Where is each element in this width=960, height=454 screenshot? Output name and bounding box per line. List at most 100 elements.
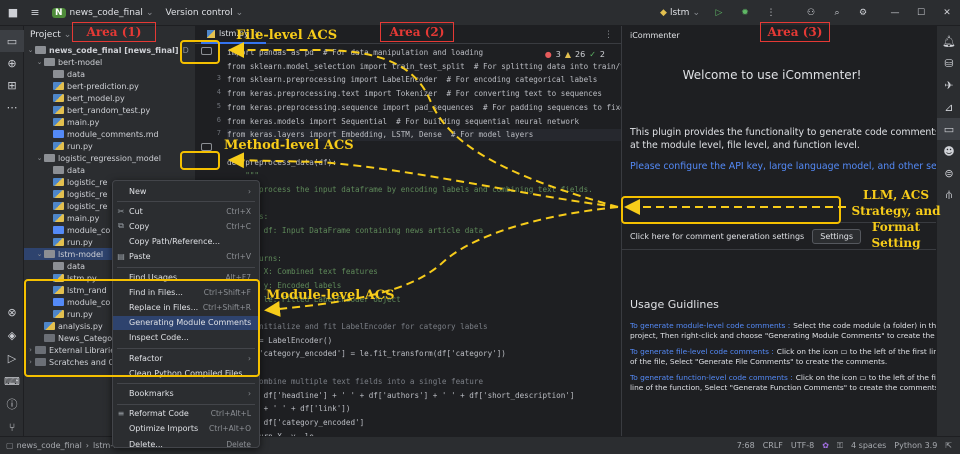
terminal-icon[interactable]: ⌨: [0, 370, 24, 392]
code-line: from sklearn.preprocessing import LabelE…: [227, 75, 598, 85]
menu-item-shortcut: Ctrl+Alt+O: [209, 424, 251, 434]
vcs-menu[interactable]: Version control ⌄: [165, 8, 243, 18]
code-line: # Initialize and fit LabelEncoder for ca…: [227, 322, 488, 331]
tree-item-label: data: [67, 165, 86, 175]
tree-item[interactable]: bert_model.py: [24, 92, 195, 104]
status-right: 7:68 CRLF UTF-8 ✿ ⚿ 4 spaces Python 3.9 …: [737, 441, 952, 451]
icommenter-title: iCommenter: [630, 31, 680, 40]
tree-item[interactable]: ⌄ logistic_regression_model: [24, 152, 195, 164]
menu-item-bookmarks[interactable]: Bookmarks ›: [113, 386, 259, 400]
chevron-icon[interactable]: ⌄: [35, 250, 44, 258]
tree-item-label: news_code_final [news_final]: [49, 45, 179, 55]
lock-icon[interactable]: ⚿: [837, 441, 843, 451]
database-icon[interactable]: ⛁: [937, 52, 960, 74]
chevron-icon[interactable]: ⌄: [35, 154, 44, 162]
project-badge: N: [52, 7, 66, 18]
tree-item[interactable]: ⌄ news_code_final [news_final] D: [24, 44, 195, 56]
notifications-icon[interactable]: 🔔︎: [937, 30, 960, 52]
commit-tool-icon[interactable]: ⊕: [0, 52, 24, 74]
breadcrumb-separator: ›: [85, 441, 89, 450]
problems-icon[interactable]: ⓘ: [0, 393, 24, 415]
breadcrumb-root[interactable]: news_code_final: [17, 441, 82, 450]
tree-item[interactable]: bert-prediction.py: [24, 80, 195, 92]
project-panel-title: Project: [30, 30, 61, 40]
llm-setting-label: LLM, ACS Strategy, and Format Setting: [848, 187, 944, 251]
line-number: 6: [216, 115, 221, 124]
tree-item[interactable]: ⌄ bert-model: [24, 56, 195, 68]
file-encoding[interactable]: UTF-8: [791, 441, 814, 450]
python-file-icon: [53, 190, 64, 198]
more-tabs-icon[interactable]: ⋮: [604, 30, 613, 40]
services-icon[interactable]: ▷: [0, 347, 24, 369]
vcs-status-icon: ▢: [6, 441, 14, 450]
module-level-acs-label: Module-level ACS: [266, 288, 395, 303]
tree-item-label: module_co: [67, 225, 111, 235]
tree-item[interactable]: data: [24, 164, 195, 176]
menu-item-optimize-imports[interactable]: Optimize Imports Ctrl+Alt+O: [113, 422, 259, 436]
tree-item-label: bert-model: [58, 57, 103, 67]
sciview-icon[interactable]: ⊿: [937, 96, 960, 118]
app-logo-icon[interactable]: ■: [0, 0, 26, 26]
menu-item-cut[interactable]: ✂ Cut Ctrl+X: [113, 204, 259, 218]
python-packages-icon[interactable]: ⊗: [0, 301, 24, 323]
code-line: # Combine multiple text fields into a si…: [227, 376, 484, 386]
code-line: X = df['headline'] + ' ' + df['authors']…: [227, 390, 575, 400]
menu-item-copy-path-reference[interactable]: Copy Path/Reference...: [113, 235, 259, 249]
caret-position[interactable]: 7:68: [737, 441, 755, 450]
git-icon[interactable]: ⑂: [0, 416, 24, 438]
more-tools-icon[interactable]: ⋯: [0, 96, 24, 118]
code-view[interactable]: import pandas as pd # For data manipulat…: [227, 45, 621, 436]
area-2-label: Area (2): [380, 22, 454, 42]
icommenter-tool-icon[interactable]: ▭: [937, 118, 960, 140]
usage-guides: To generate module-level code comments :…: [630, 321, 936, 399]
menu-item-reformat-code[interactable]: ≡ Reformat Code Ctrl+Alt+L: [113, 407, 259, 421]
run-icon[interactable]: ▷: [706, 0, 732, 26]
usage-guide-heading: To generate module-level code comments :: [630, 321, 791, 330]
tree-item[interactable]: main.py: [24, 116, 195, 128]
project-tool-icon[interactable]: ▭: [0, 30, 24, 52]
tree-item-label: bert_model.py: [67, 93, 125, 103]
tree-item[interactable]: data: [24, 68, 195, 80]
share-icon[interactable]: ⇱: [945, 441, 952, 450]
python-file-icon: [53, 178, 64, 186]
layers-icon[interactable]: ◈: [0, 324, 24, 346]
menu-item-new[interactable]: New ›: [113, 184, 259, 198]
project-switcher[interactable]: N news_code_final ⌄: [52, 7, 153, 18]
tree-item[interactable]: bert_random_test.py: [24, 104, 195, 116]
gear-icon[interactable]: ⚙: [850, 0, 876, 26]
close-icon[interactable]: ✕: [934, 0, 960, 26]
python-file-icon: [53, 238, 64, 246]
ai-assistant-icon[interactable]: ☻: [937, 140, 960, 162]
python-interpreter[interactable]: Python 3.9: [894, 441, 937, 450]
function-comment-icon[interactable]: [201, 143, 212, 151]
line-separator[interactable]: CRLF: [763, 441, 783, 450]
tree-item-label: logistic_regression_model: [58, 153, 161, 163]
menu-item-icon: ⧉: [118, 221, 124, 231]
python-file-icon: [53, 202, 64, 210]
chevron-icon[interactable]: ⌄: [35, 58, 44, 66]
menu-item-shortcut: Ctrl+Alt+L: [210, 409, 251, 419]
python-file-icon: [53, 214, 64, 222]
menu-item-paste[interactable]: ▤ Paste Ctrl+V: [113, 250, 259, 264]
chevron-icon[interactable]: ⌄: [26, 46, 35, 54]
tree-item[interactable]: module_comments.md: [24, 128, 195, 140]
run-config-selector[interactable]: ◆ lstm ⌄: [660, 8, 700, 18]
settings-prompt: Click here for comment generation settin…: [630, 231, 805, 241]
plugin-icon[interactable]: ✈: [937, 74, 960, 96]
ai-status-icon[interactable]: ✿: [822, 441, 829, 450]
debug-icon[interactable]: ✹: [732, 0, 758, 26]
menu-item-copy[interactable]: ⧉ Copy Ctrl+C: [113, 219, 259, 233]
minimize-icon[interactable]: —: [882, 0, 908, 26]
maximize-icon[interactable]: ☐: [908, 0, 934, 26]
menu-item-delete[interactable]: Delete... Delete: [113, 437, 259, 451]
menu-separator: [117, 267, 255, 268]
menu-item-shortcut: Ctrl+X: [226, 206, 251, 216]
method-level-acs-label: Method-level ACS: [224, 138, 354, 153]
method-level-highlight: [180, 151, 220, 170]
tree-item[interactable]: run.py: [24, 140, 195, 152]
coverage-icon[interactable]: ⊜: [937, 162, 960, 184]
menu-item-label: Cut: [129, 206, 143, 216]
structure-tool-icon[interactable]: ⊞: [0, 74, 24, 96]
indent-setting[interactable]: 4 spaces: [851, 441, 886, 450]
main-menu-icon[interactable]: ≡: [26, 6, 44, 19]
